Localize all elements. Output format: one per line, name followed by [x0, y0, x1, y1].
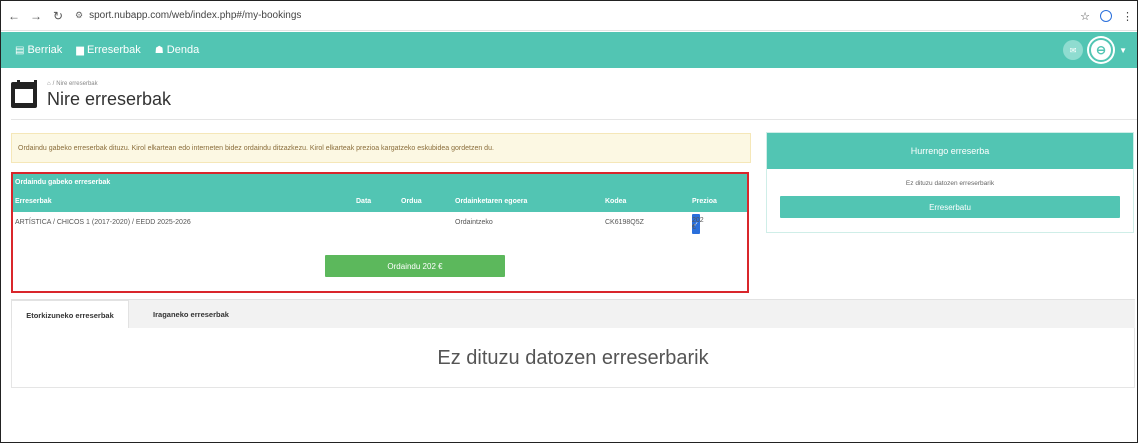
- unpaid-warning-alert: Ordaindu gabeko erreserbak dituzu. Kirol…: [11, 133, 751, 163]
- shopping-basket-icon: ☗: [154, 44, 164, 56]
- panel-title: Ordaindu gabeko erreserbak: [11, 174, 748, 190]
- user-logo-icon: ⊖: [1096, 43, 1107, 57]
- profile-icon[interactable]: [1100, 10, 1112, 22]
- page-title: Nire erreserbak: [47, 88, 172, 109]
- nav-item-label: Denda: [166, 44, 200, 56]
- booking-code: CK6198Q5Z: [605, 218, 644, 226]
- tab-past[interactable]: Iraganeko erreserbak: [139, 300, 243, 329]
- app-navbar: ▤ Berriak ▆ Erreserbak ☗ Denda ✉ ⊖ ▼: [1, 32, 1137, 68]
- column-header-status: Ordainketaren egoera: [455, 197, 528, 205]
- page-header: ⌂ / Nire erreserbak Nire erreserbak: [11, 78, 171, 112]
- tab-content: Ez dituzu datozen erreserbarik: [11, 328, 1135, 388]
- reload-icon[interactable]: ↻: [49, 9, 67, 23]
- bookmark-star-icon[interactable]: ☆: [1080, 10, 1090, 23]
- divider: [11, 119, 1137, 120]
- column-header-price: Prezioa: [692, 197, 717, 205]
- table-row: ARTÍSTICA / CHICOS 1 (2017-2020) / EEDD …: [11, 212, 748, 234]
- nav-item-erreserbak[interactable]: ▆ Erreserbak: [76, 44, 141, 56]
- chevron-down-icon[interactable]: ▼: [1119, 46, 1127, 55]
- column-header-code: Kodea: [605, 197, 627, 205]
- breadcrumb-current: Nire erreserbak: [56, 80, 98, 87]
- nav-item-denda[interactable]: ☗ Denda: [155, 44, 199, 56]
- unpaid-bookings-panel: Ordaindu gabeko erreserbak Erreserbak Da…: [11, 174, 748, 292]
- tab-upcoming[interactable]: Etorkizuneko erreserbak: [11, 300, 129, 329]
- user-avatar-button[interactable]: ⊖: [1089, 38, 1114, 62]
- back-arrow-icon[interactable]: ←: [5, 9, 23, 23]
- table-header: Erreserbak Data Ordua Ordainketaren egoe…: [11, 190, 748, 212]
- shopping-bag-icon: ▆: [76, 44, 84, 56]
- alert-text: Ordaindu gabeko erreserbak dituzu. Kirol…: [18, 144, 494, 152]
- menu-kebab-icon[interactable]: ⋮: [1122, 10, 1133, 23]
- browser-toolbar: ← → ↻ ⚙ sport.nubapp.com/web/index.php#/…: [1, 1, 1137, 31]
- envelope-icon: ✉: [1069, 45, 1077, 55]
- next-booking-title: Hurrengo erreserba: [767, 133, 1133, 169]
- payment-status: Ordaintzeko: [455, 218, 493, 226]
- messages-button[interactable]: ✉: [1063, 40, 1084, 60]
- home-icon[interactable]: ⌂: [47, 81, 51, 87]
- nav-item-label: Berriak: [27, 44, 63, 56]
- forward-arrow-icon[interactable]: →: [27, 9, 45, 23]
- no-upcoming-text: Ez dituzu datozen erreserbarik: [905, 180, 995, 187]
- column-header-booking: Erreserbak: [15, 197, 52, 205]
- empty-state-message: Ez dituzu datozen erreserbarik: [437, 347, 709, 369]
- nav-item-label: Erreserbak: [87, 44, 141, 56]
- bookings-tabs: Etorkizuneko erreserbak Iraganeko errese…: [11, 299, 1135, 329]
- page: ← → ↻ ⚙ sport.nubapp.com/web/index.php#/…: [0, 0, 1138, 443]
- url-text[interactable]: sport.nubapp.com/web/index.php#/my-booki…: [89, 10, 301, 21]
- newspaper-icon: ▤: [15, 44, 25, 56]
- booking-name: ARTÍSTICA / CHICOS 1 (2017-2020) / EEDD …: [15, 218, 191, 226]
- column-header-date: Data: [356, 197, 372, 205]
- breadcrumb: ⌂ / Nire erreserbak: [47, 80, 98, 87]
- price-value: 202 €: [692, 217, 704, 231]
- site-info-icon[interactable]: ⚙: [75, 10, 83, 21]
- nav-item-berriak[interactable]: ▤ Berriak: [15, 44, 62, 56]
- book-button[interactable]: Erreserbatu: [780, 196, 1120, 218]
- calendar-icon: [11, 80, 37, 108]
- next-booking-card: Hurrengo erreserba Ez dituzu datozen err…: [766, 132, 1134, 233]
- pay-button[interactable]: Ordaindu 202 €: [325, 255, 505, 277]
- address-bar[interactable]: ⚙ sport.nubapp.com/web/index.php#/my-boo…: [75, 7, 301, 25]
- column-header-time: Ordua: [401, 197, 422, 205]
